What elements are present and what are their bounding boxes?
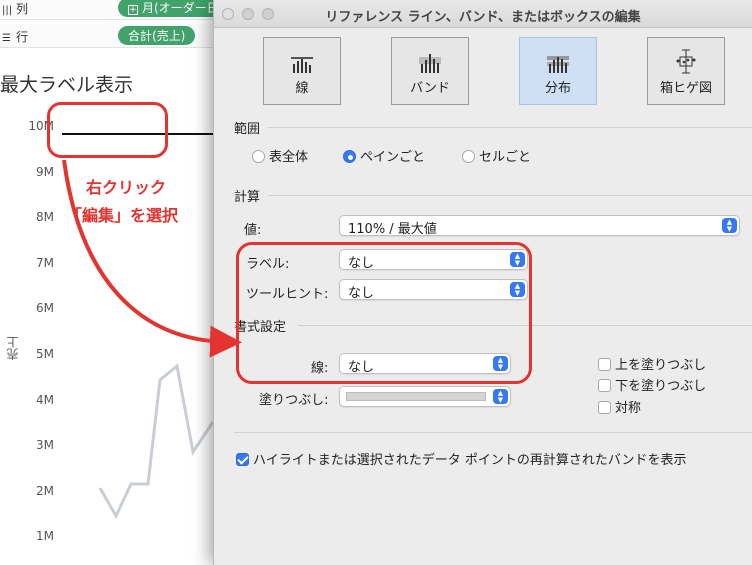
annotation-highlight-label-format: [236, 242, 532, 384]
